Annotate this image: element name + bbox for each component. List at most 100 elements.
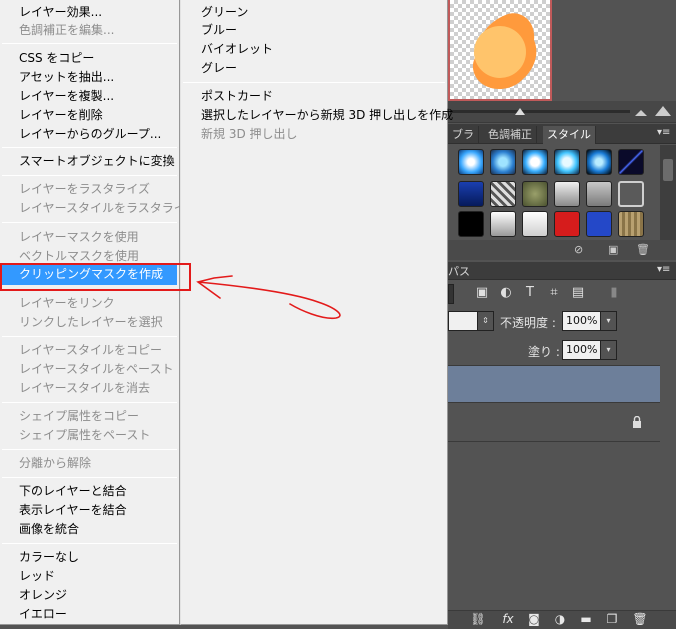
layers-panel-menu-icon[interactable]: ▾≡ [657,264,670,275]
menu-item-release-isolation: 分離から解除 [19,456,92,470]
delete-layer-icon[interactable]: 🗑 [632,611,648,627]
style-swatch[interactable] [458,149,484,175]
styles-grid [448,145,660,240]
menu-separator [2,43,177,44]
menu-item-color-orange[interactable]: オレンジ [19,586,67,605]
fill-field[interactable]: 100% ▾ [562,340,617,360]
tab-styles[interactable]: スタイル [543,126,596,144]
style-swatch[interactable] [522,181,548,207]
layer-row[interactable] [448,404,660,442]
style-swatch[interactable] [586,211,612,237]
filter-adjustment-icon[interactable]: ◐ [498,285,514,301]
style-swatch[interactable] [522,211,548,237]
menu-item-enable-layer-mask: レイヤーマスクを使用 [19,230,139,244]
filter-smart-object-icon[interactable]: ▤ [570,285,586,301]
menu-item-color-gray[interactable]: グレー [201,59,237,78]
fill-label: 塗り : [528,345,560,359]
filter-kind-dropdown[interactable] [448,284,454,304]
style-swatch[interactable] [554,211,580,237]
panel-menu-icon[interactable]: ▾≡ [657,127,670,138]
menu-separator [2,449,177,450]
tab-adjustments[interactable]: 色調補正 [484,126,537,144]
tab-brush[interactable]: ブラ [448,126,479,144]
tab-paths[interactable]: パス [448,263,470,279]
menu-separator [183,82,445,83]
zoom-slider[interactable] [450,110,630,113]
filter-pixel-icon[interactable]: ▣ [474,285,490,301]
opacity-label: 不透明度 : [500,316,556,330]
menu-item-extract-assets[interactable]: アセットを抽出... [19,68,114,87]
lock-icon [633,416,641,428]
menu-separator [2,543,177,544]
scrollbar-thumb[interactable] [663,159,673,181]
add-mask-icon[interactable]: ◙ [526,611,542,627]
menu-item-paste-shape-attributes: シェイプ属性をペースト [19,428,151,442]
menu-item-convert-smart-object[interactable]: スマートオブジェクトに変換 [19,152,175,171]
menu-item-flatten-image[interactable]: 画像を統合 [19,520,79,539]
opacity-field[interactable]: 100% ▾ [562,311,617,331]
style-swatch[interactable] [554,149,580,175]
style-swatch[interactable] [554,181,580,207]
style-swatch[interactable] [458,181,484,207]
menu-item-copy-layer-style: レイヤースタイルをコピー [19,343,163,357]
layer-row-selected[interactable] [448,365,660,403]
zoom-in-icon[interactable] [655,106,671,116]
menu-item-postcard[interactable]: ポストカード [201,87,273,106]
menu-item-link-layers: レイヤーをリンク [19,296,115,310]
menu-item-edit-adjustment: 色調補正を編集... [19,23,115,37]
fx-icon[interactable]: fx [500,611,516,627]
menu-item-new-3d-extrusion: 新規 3D 押し出し [201,127,298,141]
menu-item-paste-layer-style: レイヤースタイルをペースト [19,362,174,376]
filter-shape-icon[interactable]: ⌗ [546,285,562,301]
menu-item-color-green[interactable]: グリーン [201,3,248,22]
blend-mode-dropdown[interactable]: ⇕ [448,311,494,331]
adjustment-layer-icon[interactable]: ◑ [552,611,568,627]
opacity-value: 100% [566,314,598,327]
style-swatch[interactable] [618,181,644,207]
zoom-slider-handle[interactable] [515,108,525,115]
menu-item-duplicate-layer[interactable]: レイヤーを複製... [19,87,114,106]
style-swatch[interactable] [490,149,516,175]
new-style-icon[interactable]: ▣ [608,243,618,256]
style-swatch[interactable] [618,211,644,237]
style-swatch[interactable] [490,211,516,237]
menu-item-merge-visible[interactable]: 表示レイヤーを結合 [19,501,127,520]
styles-scrollbar[interactable] [660,145,676,240]
layers-tab-bar [448,262,676,280]
menu-item-merge-down[interactable]: 下のレイヤーと結合 [19,482,127,501]
layer-context-menu: レイヤー効果... 色調補正を編集... CSS をコピー アセットを抽出...… [0,0,197,625]
clear-style-icon[interactable]: ⊘ [574,243,583,256]
menu-item-new-3d-extrusion-from-selected[interactable]: 選択したレイヤーから新規 3D 押し出しを作成 [201,106,453,125]
fill-value: 100% [566,343,598,356]
menu-separator [2,477,177,478]
menu-separator [2,175,177,176]
trash-icon[interactable]: 🗑 [636,243,650,256]
new-group-icon[interactable]: ▬ [578,611,594,627]
menu-item-delete-layer[interactable]: レイヤーを削除 [19,106,103,125]
menu-item-color-blue[interactable]: ブルー [201,21,237,40]
menu-item-select-linked-layers: リンクしたレイヤーを選択 [19,315,163,329]
filter-type-icon[interactable]: T [522,285,538,301]
style-swatch[interactable] [618,149,644,175]
style-swatch[interactable] [586,149,612,175]
menu-item-group-from-layers[interactable]: レイヤーからのグループ... [19,125,161,144]
menu-item-color-yellow[interactable]: イエロー [19,605,67,624]
menu-separator [2,402,177,403]
style-swatch[interactable] [458,211,484,237]
link-layers-icon[interactable]: ⛓ [470,611,486,627]
menu-item-color-none[interactable]: カラーなし [19,548,79,567]
filter-toggle-icon[interactable]: ▮ [606,285,622,301]
menu-item-layer-effects[interactable]: レイヤー効果... [19,3,102,22]
style-swatch[interactable] [586,181,612,207]
menu-item-copy-css[interactable]: CSS をコピー [19,49,94,68]
menu-item-color-violet[interactable]: バイオレット [201,40,273,59]
menu-item-color-red[interactable]: レッド [19,567,55,586]
annotation-highlight-box [0,263,191,291]
menu-separator [2,147,177,148]
style-swatch[interactable] [490,181,516,207]
menu-item-rasterize-layer: レイヤーをラスタライズ [19,182,151,196]
new-layer-icon[interactable]: ❐ [604,611,620,627]
style-swatch[interactable] [522,149,548,175]
navigator-thumbnail[interactable] [448,0,552,101]
zoom-out-icon[interactable] [635,110,647,116]
